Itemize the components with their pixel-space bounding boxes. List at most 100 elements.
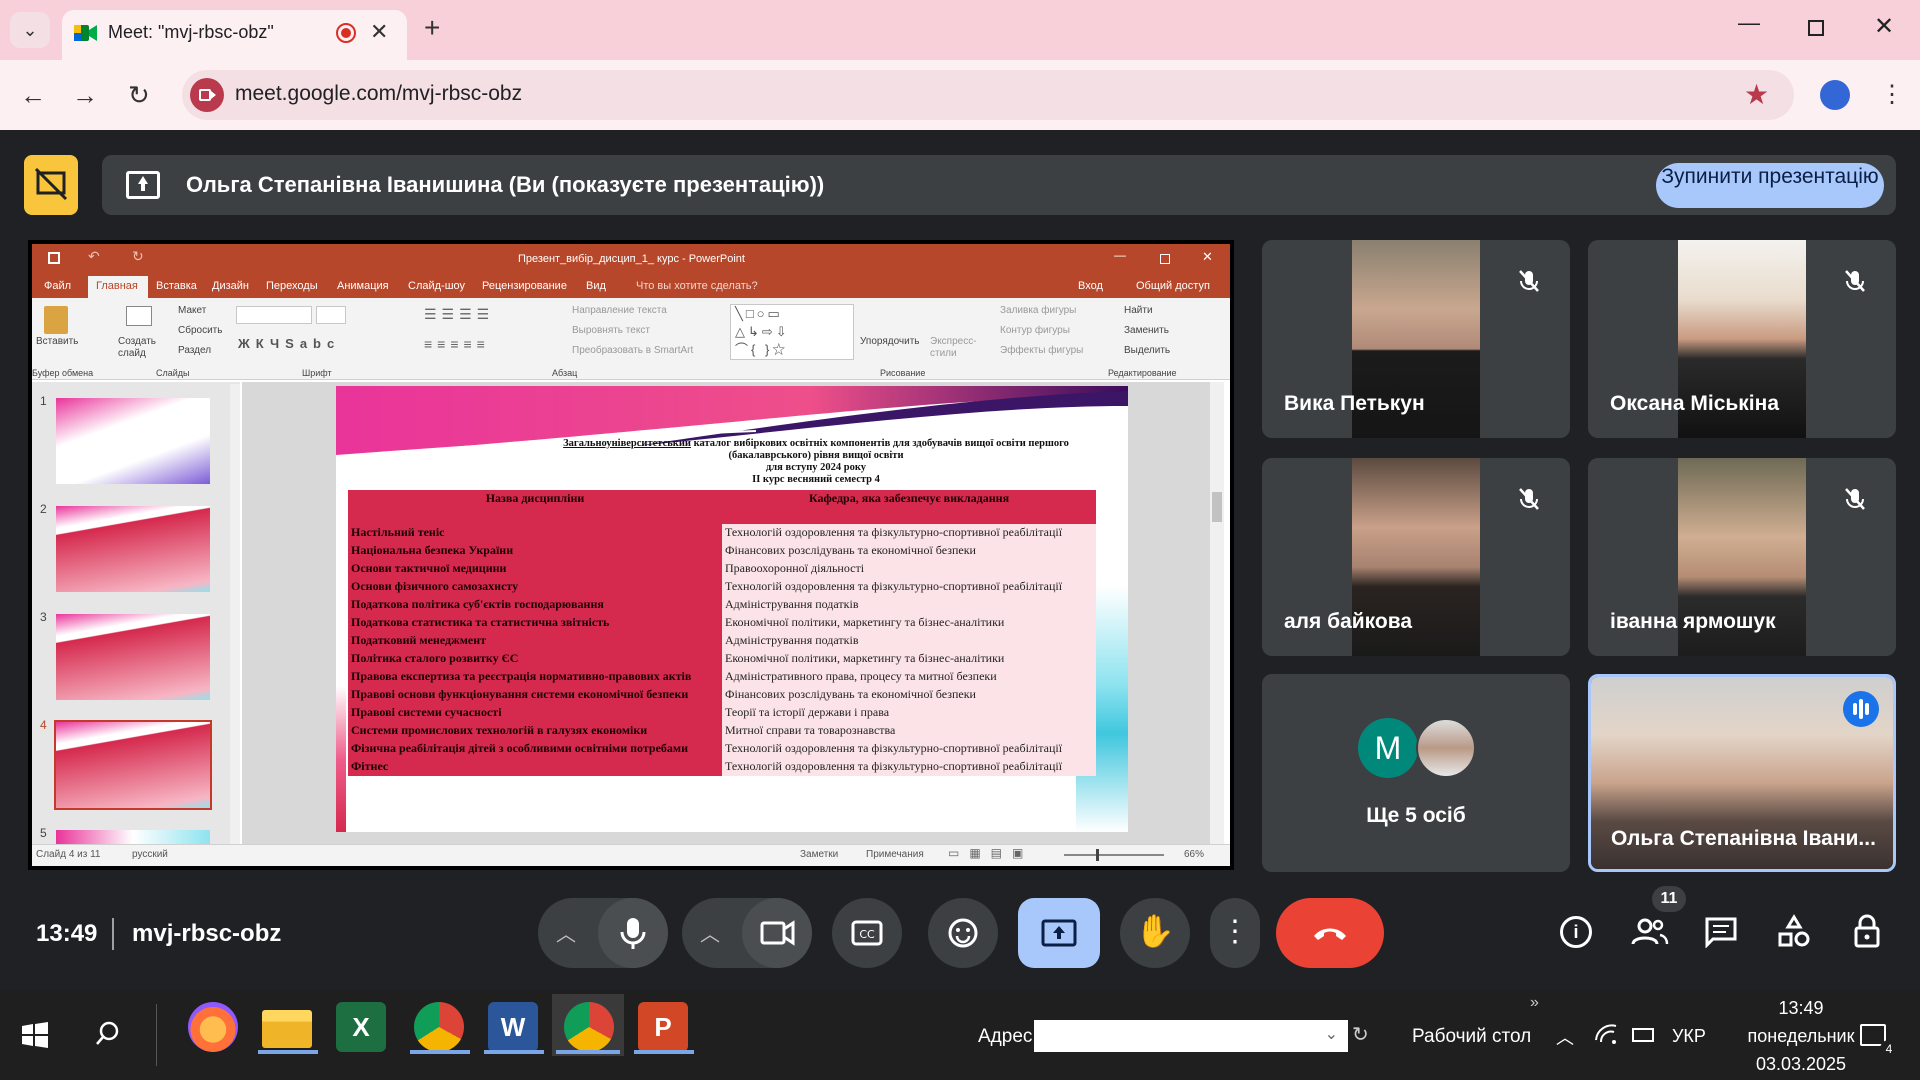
close-window-button[interactable]: ✕ bbox=[1874, 12, 1894, 41]
search-icon[interactable] bbox=[94, 1020, 122, 1048]
notes-button[interactable]: Заметки bbox=[800, 849, 838, 860]
raise-hand-button[interactable]: ✋ bbox=[1120, 898, 1190, 968]
ppt-tab-transitions[interactable]: Переходы bbox=[266, 280, 318, 292]
chat-icon[interactable] bbox=[1704, 916, 1738, 949]
shapes-gallery[interactable]: ╲□○▭ △↳⇨⇩ ⌒{ }☆ bbox=[730, 304, 854, 360]
address-bar[interactable]: meet.google.com/mvj-rbsc-obz ★ bbox=[182, 70, 1794, 120]
file-explorer-icon[interactable] bbox=[262, 1010, 312, 1048]
back-icon[interactable]: ← bbox=[20, 80, 46, 111]
shape-fill-button[interactable]: Заливка фигуры bbox=[1000, 305, 1076, 316]
align-icons[interactable]: ≡≡≡≡≡ bbox=[424, 336, 490, 352]
zoom-level[interactable]: 66% bbox=[1184, 849, 1204, 860]
font-format-icons[interactable]: ЖКЧSabc bbox=[238, 336, 340, 351]
firefox-icon[interactable] bbox=[188, 1002, 238, 1052]
ppt-min-button[interactable]: — bbox=[1114, 248, 1126, 262]
self-tile[interactable]: Ольга Степанівна Івани... bbox=[1588, 674, 1896, 872]
chrome-icon[interactable] bbox=[564, 1002, 614, 1052]
ppt-undo-icon[interactable]: ↶ bbox=[88, 248, 100, 265]
presentation-off-icon[interactable] bbox=[24, 155, 78, 215]
ppt-close-button[interactable]: ✕ bbox=[1202, 249, 1213, 265]
shape-outline-button[interactable]: Контур фигуры bbox=[1000, 325, 1070, 336]
new-slide-label[interactable]: Создать слайд bbox=[118, 336, 158, 360]
chrome-menu-icon[interactable]: ⋮ bbox=[1880, 80, 1904, 109]
excel-icon[interactable]: X bbox=[336, 1002, 386, 1052]
bookmark-star-icon[interactable]: ★ bbox=[1744, 78, 1769, 111]
slide-vertical-scrollbar[interactable] bbox=[1210, 382, 1224, 844]
activities-icon[interactable] bbox=[1776, 914, 1812, 950]
ppt-tab-insert[interactable]: Вставка bbox=[156, 280, 197, 292]
browser-tab[interactable]: Meet: "mvj-rbsc-obz" ✕ bbox=[62, 10, 407, 60]
wifi-icon[interactable] bbox=[1594, 1022, 1618, 1046]
slide-thumbnail-3[interactable] bbox=[56, 614, 210, 700]
smartart-button[interactable]: Преобразовать в SmartArt bbox=[572, 345, 693, 356]
paste-icon[interactable] bbox=[44, 306, 68, 334]
minimize-button[interactable]: — bbox=[1738, 10, 1760, 36]
select-button[interactable]: Выделить bbox=[1124, 345, 1170, 356]
participant-tile[interactable]: аля байкова bbox=[1262, 458, 1570, 656]
paragraph-icons[interactable]: ☰☰☰☰ bbox=[424, 306, 494, 323]
slide-thumbnail-1[interactable] bbox=[56, 398, 210, 484]
zoom-slider[interactable] bbox=[1064, 849, 1164, 861]
align-text-button[interactable]: Выровнять текст bbox=[572, 325, 650, 336]
chrome-profile-icon[interactable] bbox=[414, 1002, 464, 1052]
tray-expand-icon[interactable]: ︿ bbox=[1556, 1024, 1574, 1050]
ppt-redo-icon[interactable]: ↻ bbox=[132, 248, 144, 265]
address-toolbar-input[interactable]: ⌄ bbox=[1034, 1020, 1348, 1052]
new-tab-button[interactable]: + bbox=[424, 12, 440, 44]
captions-button[interactable]: CC bbox=[832, 898, 902, 968]
find-button[interactable]: Найти bbox=[1124, 305, 1153, 316]
powerpoint-icon[interactable]: P bbox=[638, 1002, 688, 1052]
slide-thumbnail-2[interactable] bbox=[56, 506, 210, 592]
ppt-save-icon[interactable] bbox=[48, 252, 60, 264]
section-button[interactable]: Раздел bbox=[178, 345, 211, 356]
meeting-info-icon[interactable]: i bbox=[1560, 916, 1592, 948]
toolbar-expand-icon[interactable]: » bbox=[1530, 994, 1539, 1012]
input-language[interactable]: УКР bbox=[1672, 1026, 1706, 1047]
clock-time[interactable]: 13:49 bbox=[1756, 998, 1846, 1019]
participant-tile[interactable]: іванна ярмошук bbox=[1588, 458, 1896, 656]
reload-icon[interactable]: ↻ bbox=[128, 80, 150, 111]
address-refresh-icon[interactable]: ↻ bbox=[1352, 1022, 1378, 1050]
emoji-reaction-button[interactable] bbox=[928, 898, 998, 968]
ppt-restore-button[interactable] bbox=[1160, 254, 1170, 264]
forward-icon[interactable]: → bbox=[72, 80, 98, 111]
ppt-tab-view[interactable]: Вид bbox=[586, 280, 606, 292]
ppt-tab-file[interactable]: Файл bbox=[44, 280, 71, 292]
font-name-box[interactable] bbox=[236, 306, 312, 324]
ppt-tell-me[interactable]: Что вы хотите сделать? bbox=[636, 280, 758, 292]
desktop-toolbar[interactable]: Рабочий стол bbox=[1412, 1026, 1531, 1048]
windows-start-icon[interactable] bbox=[22, 1022, 48, 1048]
ppt-tab-review[interactable]: Рецензирование bbox=[482, 280, 567, 292]
new-slide-icon[interactable] bbox=[126, 306, 152, 326]
slide-thumbnail-5[interactable] bbox=[56, 830, 210, 844]
ppt-tab-slideshow[interactable]: Слайд-шоу bbox=[408, 280, 465, 292]
ppt-tab-design[interactable]: Дизайн bbox=[212, 280, 249, 292]
more-options-button[interactable]: ⋮ bbox=[1210, 898, 1260, 968]
participant-tile[interactable]: Вика Петькун bbox=[1262, 240, 1570, 438]
view-buttons[interactable]: ▭▦▤▣ bbox=[948, 846, 1033, 860]
site-info-icon[interactable] bbox=[190, 78, 224, 112]
ppt-tab-animations[interactable]: Анимация bbox=[337, 280, 389, 292]
text-direction-button[interactable]: Направление текста bbox=[572, 305, 667, 316]
profile-avatar[interactable] bbox=[1820, 80, 1850, 110]
microphone-button[interactable] bbox=[598, 898, 668, 968]
comments-button[interactable]: Примечания bbox=[866, 849, 924, 860]
others-tile[interactable]: M Ще 5 осіб bbox=[1262, 674, 1570, 872]
word-icon[interactable]: W bbox=[488, 1002, 538, 1052]
people-icon[interactable] bbox=[1630, 914, 1670, 950]
thumbnail-scrollbar[interactable] bbox=[230, 384, 240, 844]
status-language[interactable]: русский bbox=[132, 849, 168, 860]
tab-search-button[interactable]: ⌄ bbox=[10, 12, 50, 48]
quick-styles-button[interactable]: Экспресс-стили bbox=[930, 336, 980, 360]
restore-button[interactable] bbox=[1808, 20, 1824, 36]
audio-options-chevron-icon[interactable]: ︿ bbox=[556, 918, 576, 947]
host-controls-lock-icon[interactable] bbox=[1850, 914, 1884, 950]
participant-tile[interactable]: Оксана Міськіна bbox=[1588, 240, 1896, 438]
layout-button[interactable]: Макет bbox=[178, 305, 206, 316]
ppt-share[interactable]: Общий доступ bbox=[1136, 280, 1210, 292]
clock-day[interactable]: понедельник bbox=[1720, 1026, 1882, 1047]
reset-button[interactable]: Сбросить bbox=[178, 325, 222, 336]
tab-close-icon[interactable]: ✕ bbox=[370, 19, 388, 45]
camera-button[interactable] bbox=[742, 898, 812, 968]
ppt-signin[interactable]: Вход bbox=[1078, 280, 1103, 292]
